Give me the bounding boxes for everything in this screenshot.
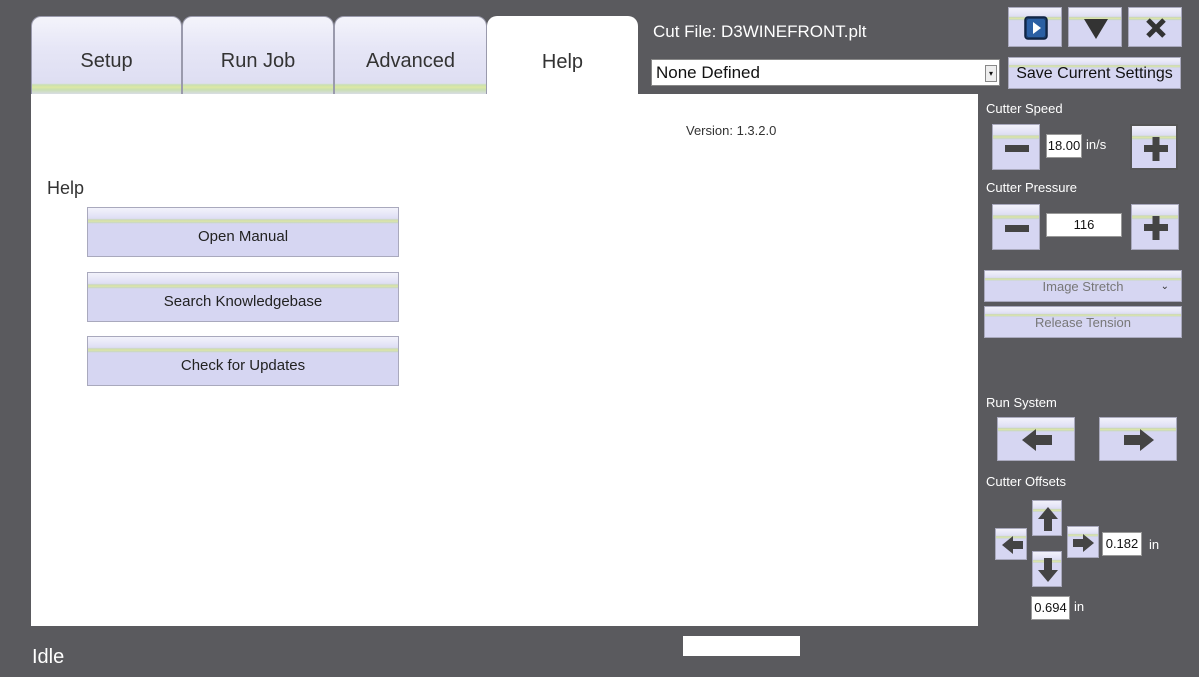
pressure-increase-button[interactable] <box>1131 204 1179 250</box>
offset-x-input[interactable]: 0.182 <box>1102 532 1142 556</box>
offset-right-button[interactable] <box>1067 526 1099 558</box>
progress-bar <box>683 636 800 656</box>
tab-run-job[interactable]: Run Job <box>182 16 334 96</box>
cut-file-label: Cut File: D3WINEFRONT.plt <box>653 22 867 41</box>
version-text: Version: 1.3.2.0 <box>686 123 777 138</box>
close-button[interactable] <box>1128 7 1182 47</box>
arrow-right-icon <box>1124 429 1154 451</box>
release-tension-button[interactable]: Release Tension <box>984 306 1182 338</box>
arrow-right-icon <box>1073 534 1094 552</box>
pressure-decrease-button[interactable] <box>992 204 1040 250</box>
tab-advanced[interactable]: Advanced <box>334 16 487 96</box>
tab-label: Advanced <box>366 50 455 72</box>
check-updates-button[interactable]: Check for Updates <box>87 336 399 386</box>
cutter-pressure-label: Cutter Pressure <box>986 180 1078 195</box>
offset-y-unit: in <box>1074 599 1085 614</box>
run-system-label: Run System <box>986 395 1057 410</box>
chevron-down-icon[interactable]: ▾ <box>985 65 997 82</box>
offset-down-button[interactable] <box>1032 551 1062 587</box>
minimize-button[interactable] <box>1068 7 1122 47</box>
speed-decrease-button[interactable] <box>992 124 1040 170</box>
plus-icon <box>1144 137 1168 161</box>
search-knowledgebase-button[interactable]: Search Knowledgebase <box>87 272 399 322</box>
plus-icon <box>1144 216 1168 240</box>
offset-x-unit: in <box>1149 537 1160 552</box>
arrow-left-icon <box>1002 536 1023 554</box>
tab-setup[interactable]: Setup <box>31 16 182 96</box>
image-stretch-label: Image Stretch <box>1042 279 1124 294</box>
play-icon <box>1024 16 1048 40</box>
button-label: Check for Updates <box>180 357 306 374</box>
arrow-down-icon <box>1038 558 1058 582</box>
double-chevron-down-icon: ⌄ <box>1160 281 1169 292</box>
help-section-title: Help <box>47 178 85 198</box>
profile-value: None Defined <box>656 63 760 82</box>
tab-help[interactable]: Help <box>487 16 638 96</box>
close-icon <box>1146 18 1166 38</box>
minus-icon <box>1005 225 1029 232</box>
offset-left-button[interactable] <box>995 528 1027 560</box>
open-manual-button[interactable]: Open Manual <box>87 207 399 257</box>
status-text: Idle <box>32 646 65 668</box>
button-label: Search Knowledgebase <box>163 293 323 310</box>
arrow-left-icon <box>1022 429 1052 451</box>
speed-unit: in/s <box>1086 137 1107 152</box>
cutter-offsets-label: Cutter Offsets <box>986 474 1066 489</box>
run-system-forward-button[interactable] <box>1099 417 1177 461</box>
offset-y-input[interactable]: 0.694 <box>1031 596 1070 620</box>
cutter-speed-label: Cutter Speed <box>986 101 1063 116</box>
tab-label: Run Job <box>220 50 296 72</box>
run-system-reverse-button[interactable] <box>997 417 1075 461</box>
tab-label: Setup <box>80 50 133 72</box>
arrow-up-icon <box>1038 507 1058 531</box>
speed-increase-button[interactable] <box>1130 124 1178 170</box>
minus-icon <box>1005 145 1029 152</box>
button-label: Save Current Settings <box>1016 65 1173 82</box>
image-stretch-dropdown[interactable]: Image Stretch ⌄ <box>984 270 1182 302</box>
run-window-button[interactable] <box>1008 7 1062 47</box>
cutter-speed-input[interactable]: 18.00 <box>1046 134 1082 158</box>
offset-up-button[interactable] <box>1032 500 1062 536</box>
minimize-icon <box>1084 19 1108 39</box>
cutter-pressure-input[interactable]: 116 <box>1046 213 1122 237</box>
settings-profile-select[interactable]: None Defined ▾ <box>651 59 1000 86</box>
release-tension-label: Release Tension <box>1035 315 1131 330</box>
button-label: Open Manual <box>197 228 289 245</box>
save-current-settings-button[interactable]: Save Current Settings <box>1008 57 1181 89</box>
